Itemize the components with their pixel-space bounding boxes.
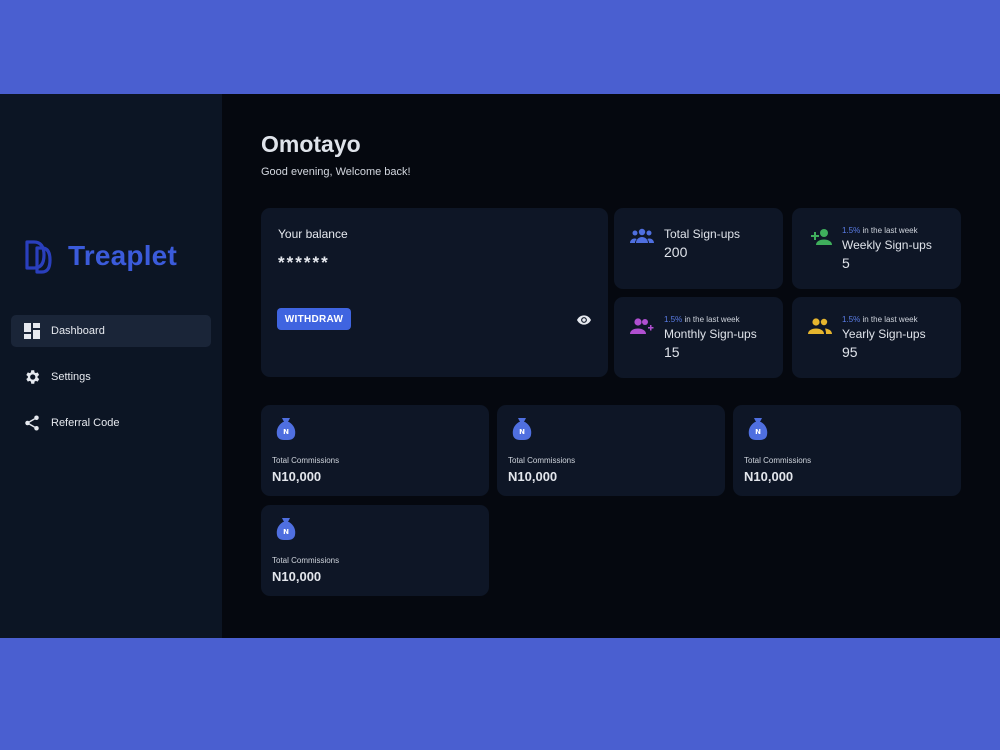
stat-note: 1.5% in the last week	[842, 226, 918, 235]
stat-value: 15	[664, 344, 680, 360]
svg-text:N: N	[283, 428, 289, 436]
page-title: Omotayo	[261, 131, 361, 157]
money-bag-icon: N	[275, 417, 297, 446]
commission-card: N Total Commissions N10,000	[497, 405, 725, 496]
gear-icon	[23, 368, 41, 386]
svg-text:N: N	[755, 428, 761, 436]
stat-percent: 1.5%	[842, 315, 861, 324]
main-content: Omotayo Good evening, Welcome back! Your…	[222, 94, 1000, 638]
sidebar-item-dashboard[interactable]: Dashboard	[11, 315, 211, 347]
commission-value: N10,000	[272, 469, 322, 484]
share-icon	[23, 414, 41, 432]
group-icon	[808, 317, 832, 340]
stat-label: Total Sign-ups	[664, 227, 741, 241]
person-add-icon	[808, 228, 832, 251]
commission-card: N Total Commissions N10,000	[261, 505, 489, 596]
sidebar: Treaplet Dashboard Settings Referral Cod…	[0, 94, 222, 638]
eye-icon[interactable]	[577, 312, 591, 330]
sidebar-nav: Dashboard Settings Referral Code	[11, 315, 211, 453]
commission-label: Total Commissions	[508, 456, 576, 465]
svg-text:N: N	[283, 528, 289, 536]
sidebar-item-referral-code[interactable]: Referral Code	[11, 407, 211, 439]
commission-value: N10,000	[508, 469, 558, 484]
money-bag-icon: N	[747, 417, 769, 446]
commission-card: N Total Commissions N10,000	[733, 405, 961, 496]
group-icon	[630, 228, 654, 249]
sidebar-item-settings[interactable]: Settings	[11, 361, 211, 393]
group-add-icon	[630, 317, 654, 340]
stat-percent: 1.5%	[664, 315, 683, 324]
stat-label: Monthly Sign-ups	[664, 327, 757, 341]
stat-card-weekly-signups: 1.5% in the last week Weekly Sign-ups 5	[792, 208, 961, 289]
sidebar-item-label: Settings	[51, 371, 91, 383]
commission-card: N Total Commissions N10,000	[261, 405, 489, 496]
commission-label: Total Commissions	[744, 456, 812, 465]
balance-title: Your balance	[278, 227, 348, 241]
withdraw-button[interactable]: WITHDRAW	[277, 308, 351, 330]
greeting-text: Good evening, Welcome back!	[261, 166, 411, 178]
dashboard-icon	[23, 322, 41, 340]
brand-logo[interactable]: Treaplet	[24, 238, 177, 274]
commission-value: N10,000	[272, 569, 322, 584]
treaplet-logo-icon	[25, 240, 52, 274]
sidebar-item-label: Referral Code	[51, 417, 120, 429]
stat-card-yearly-signups: 1.5% in the last week Yearly Sign-ups 95	[792, 297, 961, 378]
stat-note-text: in the last week	[860, 226, 918, 235]
stat-value: 200	[664, 244, 688, 260]
sidebar-item-label: Dashboard	[51, 325, 105, 337]
balance-card: Your balance ****** WITHDRAW	[261, 208, 608, 377]
app-window: Treaplet Dashboard Settings Referral Cod…	[0, 94, 1000, 638]
commission-value: N10,000	[744, 469, 794, 484]
stat-label: Yearly Sign-ups	[842, 327, 926, 341]
stat-value: 5	[842, 255, 850, 271]
stat-card-monthly-signups: 1.5% in the last week Monthly Sign-ups 1…	[614, 297, 783, 378]
stat-percent: 1.5%	[842, 226, 861, 235]
money-bag-icon: N	[511, 417, 533, 446]
stat-note: 1.5% in the last week	[842, 315, 918, 324]
brand-name: Treaplet	[68, 240, 177, 271]
commission-label: Total Commissions	[272, 456, 340, 465]
stat-value: 95	[842, 344, 858, 360]
svg-text:N: N	[519, 428, 525, 436]
money-bag-icon: N	[275, 517, 297, 546]
stat-note-text: in the last week	[682, 315, 740, 324]
stat-label: Weekly Sign-ups	[842, 238, 932, 252]
stat-note-text: in the last week	[860, 315, 918, 324]
stat-card-total-signups: Total Sign-ups 200	[614, 208, 783, 289]
stat-note: 1.5% in the last week	[664, 315, 740, 324]
commission-label: Total Commissions	[272, 556, 340, 565]
balance-value: ******	[278, 253, 330, 272]
